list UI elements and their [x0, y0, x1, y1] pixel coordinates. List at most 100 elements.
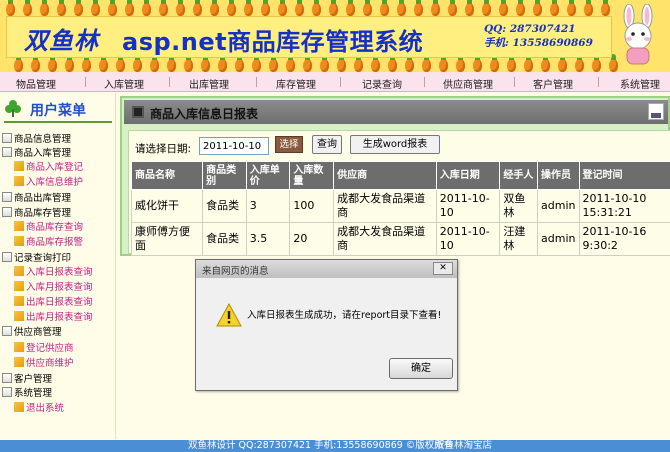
carrot-decoration — [473, 54, 482, 72]
date-input[interactable] — [199, 137, 269, 155]
menu-group[interactable]: 供应商管理 — [2, 326, 62, 339]
close-icon[interactable]: ✕ — [433, 262, 453, 275]
table-cell: 成都大发食品渠道商 — [333, 189, 437, 223]
carrot-decoration — [507, 54, 516, 72]
carrot-decoration — [227, 0, 236, 16]
menu-group[interactable]: 记录查询打印 — [2, 252, 71, 265]
carrot-decoration — [201, 54, 210, 72]
ok-button[interactable]: 确定 — [389, 358, 453, 379]
carrot-decoration — [108, 0, 117, 16]
page-icon — [14, 342, 24, 352]
nav-item-inventory[interactable]: 库存管理 — [276, 76, 316, 91]
carrot-decoration — [371, 54, 380, 72]
menu-item[interactable]: 商品入库登记 — [14, 161, 83, 174]
nav-item-stock-out[interactable]: 出库管理 — [189, 76, 229, 91]
carrot-decoration — [499, 0, 508, 16]
report-panel: 商品入库信息日报表 请选择日期: 选择 查询 生成word报表 商品名称商品类别… — [120, 96, 670, 256]
folder-icon — [2, 207, 12, 217]
carrot-decoration — [575, 54, 584, 72]
menu-item[interactable]: 供应商维护 — [14, 357, 74, 370]
carrot-decoration — [584, 0, 593, 16]
carrot-decoration — [558, 54, 567, 72]
folder-icon — [2, 133, 12, 143]
folder-icon — [2, 147, 12, 157]
menu-label: 登记供应商 — [26, 343, 74, 354]
menu-item[interactable]: 入库月报表查询 — [14, 281, 93, 294]
pick-date-button[interactable]: 选择 — [275, 136, 303, 153]
page-icon — [14, 296, 24, 306]
page-icon — [14, 281, 24, 291]
menu-label: 商品入库登记 — [26, 162, 84, 173]
carrot-decoration — [116, 54, 125, 72]
menu-item[interactable]: 登记供应商 — [14, 342, 74, 355]
table-cell: 食品类 — [202, 222, 247, 256]
carrot-decoration — [303, 54, 312, 72]
carrot-decoration — [244, 0, 253, 16]
carrot-decoration — [57, 0, 66, 16]
menu-group[interactable]: 客户管理 — [2, 373, 52, 386]
carrot-decoration — [133, 54, 142, 72]
menu-group[interactable]: 商品信息管理 — [2, 133, 71, 146]
carrot-decoration — [48, 54, 57, 72]
dialog-titlebar: 来自网页的消息 ✕ — [196, 260, 457, 278]
table-cell: 2011-10-10 15:31:21 — [578, 189, 670, 223]
carrot-decoration — [82, 54, 91, 72]
carrot-decoration — [261, 0, 270, 16]
menu-item[interactable]: 出库日报表查询 — [14, 296, 93, 309]
table-cell: 汪建林 — [499, 222, 539, 256]
menu-label: 记录查询打印 — [14, 253, 72, 264]
carrot-decoration — [218, 54, 227, 72]
carrot-decoration — [91, 0, 100, 16]
carrot-decoration — [448, 0, 457, 16]
carrot-decoration — [346, 0, 355, 16]
carrot-decoration — [422, 54, 431, 72]
menu-label: 退出系统 — [26, 403, 65, 414]
carrot-decoration — [388, 54, 397, 72]
table-cell: admin — [537, 222, 580, 256]
nav-item-suppliers[interactable]: 供应商管理 — [443, 76, 493, 91]
menu-label: 商品入库管理 — [14, 148, 72, 159]
menu-group[interactable]: 系统管理 — [2, 387, 52, 400]
table-cell: 2011-10-10 — [435, 222, 501, 256]
carrot-decoration — [380, 0, 389, 16]
menu-item[interactable]: 入库日报表查询 — [14, 266, 93, 279]
menu-group[interactable]: 商品入库管理 — [2, 147, 71, 160]
carrot-decoration — [567, 0, 576, 16]
folder-icon — [2, 192, 12, 202]
menu-group[interactable]: 商品库存管理 — [2, 207, 71, 220]
brand-name: 双鱼林 — [24, 26, 99, 55]
page-icon — [14, 236, 24, 246]
nav-item-goods[interactable]: 物品管理 — [16, 76, 56, 91]
menu-label: 商品库存管理 — [14, 208, 72, 219]
menu-label: 商品库存报警 — [26, 237, 84, 248]
carrot-decoration — [533, 0, 542, 16]
carrot-decoration — [541, 54, 550, 72]
menu-item[interactable]: 退出系统 — [14, 402, 64, 415]
table-cell: 威化饼干 — [130, 189, 204, 223]
menu-item[interactable]: 入库信息维护 — [14, 176, 83, 189]
nav-item-stock-in[interactable]: 入库管理 — [104, 76, 144, 91]
table-cell: 3 — [245, 189, 291, 223]
dialog-message: 入库日报表生成成功，请在report目录下查看! — [247, 310, 442, 321]
menu-item[interactable]: 商品库存报警 — [14, 236, 83, 249]
table-cell: 食品类 — [202, 189, 247, 223]
nav-item-records[interactable]: 记录查询 — [362, 76, 402, 91]
carrot-decoration — [23, 0, 32, 16]
nav-item-system[interactable]: 系统管理 — [620, 76, 660, 91]
nav-item-customers[interactable]: 客户管理 — [533, 76, 573, 91]
footer-shop-link[interactable]: 双鱼林淘宝店 — [435, 440, 492, 452]
table-cell: 2011-10-16 9:30:2 — [578, 222, 670, 256]
menu-item[interactable]: 出库月报表查询 — [14, 311, 93, 324]
table-cell: 3.5 — [245, 222, 291, 256]
menu-group[interactable]: 商品出库管理 — [2, 192, 71, 205]
menu-item[interactable]: 商品库存查询 — [14, 221, 83, 234]
page-icon — [14, 266, 24, 276]
menu-label: 商品库存查询 — [26, 222, 84, 233]
column-header: 供应商 — [333, 161, 437, 190]
print-icon[interactable] — [648, 103, 664, 120]
generate-word-report-button[interactable]: 生成word报表 — [350, 135, 440, 154]
carrot-decoration — [74, 0, 83, 16]
table-cell: 20 — [289, 222, 335, 256]
carrot-decoration — [31, 54, 40, 72]
query-button[interactable]: 查询 — [312, 135, 342, 154]
